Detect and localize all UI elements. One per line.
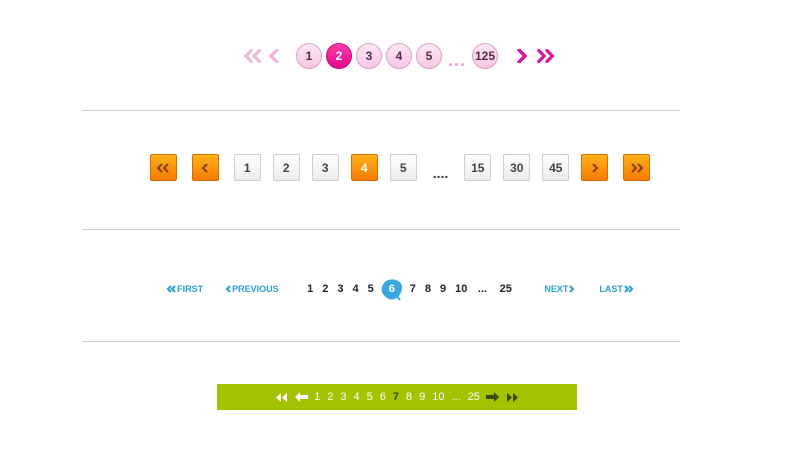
- first-page-button[interactable]: [149, 154, 177, 181]
- divider: [82, 110, 680, 111]
- page-button-5[interactable]: 5: [415, 43, 442, 69]
- double-chevron-left-icon: [166, 285, 176, 293]
- page-link-7[interactable]: 7: [410, 283, 416, 295]
- page-link-6-label: 6: [388, 283, 395, 295]
- first-link[interactable]: FIRST: [166, 284, 203, 294]
- chevron-right-icon: [569, 285, 575, 293]
- pager-ellipsis: ...: [451, 391, 461, 403]
- last-page-icon[interactable]: [536, 44, 556, 68]
- page-button-last[interactable]: 125: [472, 43, 498, 69]
- page-button-2[interactable]: 2: [272, 154, 300, 181]
- page-button-1[interactable]: 1: [233, 154, 261, 181]
- page-link-9[interactable]: 9: [419, 391, 425, 403]
- page-button-2-active[interactable]: 2: [325, 43, 352, 69]
- page-link-5[interactable]: 5: [368, 283, 374, 295]
- next-page-icon[interactable]: [512, 44, 532, 68]
- pager-blue: FIRST PREVIOUS 1 2 3 4 5 6 7 8 9 10 ... …: [0, 276, 800, 302]
- page-link-4[interactable]: 4: [353, 391, 359, 403]
- page-button-5[interactable]: 5: [389, 154, 417, 181]
- previous-page-button[interactable]: [191, 154, 219, 181]
- chevron-left-icon: [225, 285, 231, 293]
- page-button-4-active[interactable]: 4: [350, 154, 378, 181]
- last-label: LAST: [599, 284, 623, 294]
- page-button-3[interactable]: 3: [311, 154, 339, 181]
- page-link-25[interactable]: 25: [468, 391, 480, 403]
- last-page-icon[interactable]: [505, 392, 519, 402]
- divider: [82, 229, 680, 230]
- pager-pink: 1 2 3 4 5 ... 125: [0, 40, 800, 72]
- page-link-3[interactable]: 3: [340, 391, 346, 403]
- page-link-4[interactable]: 4: [353, 283, 359, 295]
- first-page-icon[interactable]: [243, 44, 264, 68]
- page-link-5[interactable]: 5: [367, 391, 373, 403]
- page-link-8[interactable]: 8: [425, 283, 431, 295]
- next-link[interactable]: NEXT: [544, 284, 575, 294]
- previous-link[interactable]: PREVIOUS: [225, 284, 279, 294]
- double-chevron-left-icon: [156, 162, 169, 173]
- first-page-icon[interactable]: [275, 392, 289, 402]
- pager-ellipsis: ...: [447, 49, 466, 70]
- previous-page-icon[interactable]: [264, 44, 284, 68]
- last-link[interactable]: LAST: [599, 284, 634, 294]
- pager-green: 1 2 3 4 5 6 7 8 9 10 ... 25: [217, 384, 577, 410]
- page-link-7-active[interactable]: 7: [393, 391, 399, 403]
- previous-label: PREVIOUS: [232, 284, 279, 294]
- page-link-8[interactable]: 8: [406, 391, 412, 403]
- page-link-6-active[interactable]: 6: [381, 279, 402, 301]
- previous-page-icon[interactable]: [294, 392, 308, 402]
- last-page-button[interactable]: [623, 154, 651, 181]
- divider: [82, 341, 680, 342]
- double-chevron-right-icon: [624, 285, 634, 293]
- chevron-left-icon: [201, 162, 208, 173]
- page-button-30[interactable]: 30: [503, 154, 531, 181]
- page-link-25[interactable]: 25: [500, 283, 512, 295]
- page-link-3[interactable]: 3: [337, 283, 343, 295]
- page-link-6[interactable]: 6: [380, 391, 386, 403]
- page-link-2[interactable]: 2: [327, 391, 333, 403]
- next-label: NEXT: [544, 284, 569, 294]
- page-link-2[interactable]: 2: [322, 283, 328, 295]
- page-link-10[interactable]: 10: [455, 283, 467, 295]
- pager-ellipsis: ...: [477, 283, 488, 295]
- page-link-10[interactable]: 10: [432, 391, 444, 403]
- page-button-1[interactable]: 1: [295, 43, 322, 69]
- page-button-3[interactable]: 3: [355, 43, 382, 69]
- next-page-button[interactable]: [581, 154, 609, 181]
- page-link-1[interactable]: 1: [307, 283, 313, 295]
- page-button-4[interactable]: 4: [385, 43, 412, 69]
- page-button-15[interactable]: 15: [464, 154, 492, 181]
- pager-ellipsis: ....: [432, 164, 449, 181]
- page-link-9[interactable]: 9: [440, 283, 446, 295]
- double-chevron-right-icon: [631, 162, 644, 173]
- pager-orange: 1 2 3 4 5 .... 15 30 45: [0, 153, 800, 182]
- page-link-1[interactable]: 1: [314, 391, 320, 403]
- page-button-45[interactable]: 45: [542, 154, 570, 181]
- chevron-right-icon: [592, 162, 599, 173]
- next-page-icon[interactable]: [486, 392, 500, 402]
- first-label: FIRST: [177, 284, 204, 294]
